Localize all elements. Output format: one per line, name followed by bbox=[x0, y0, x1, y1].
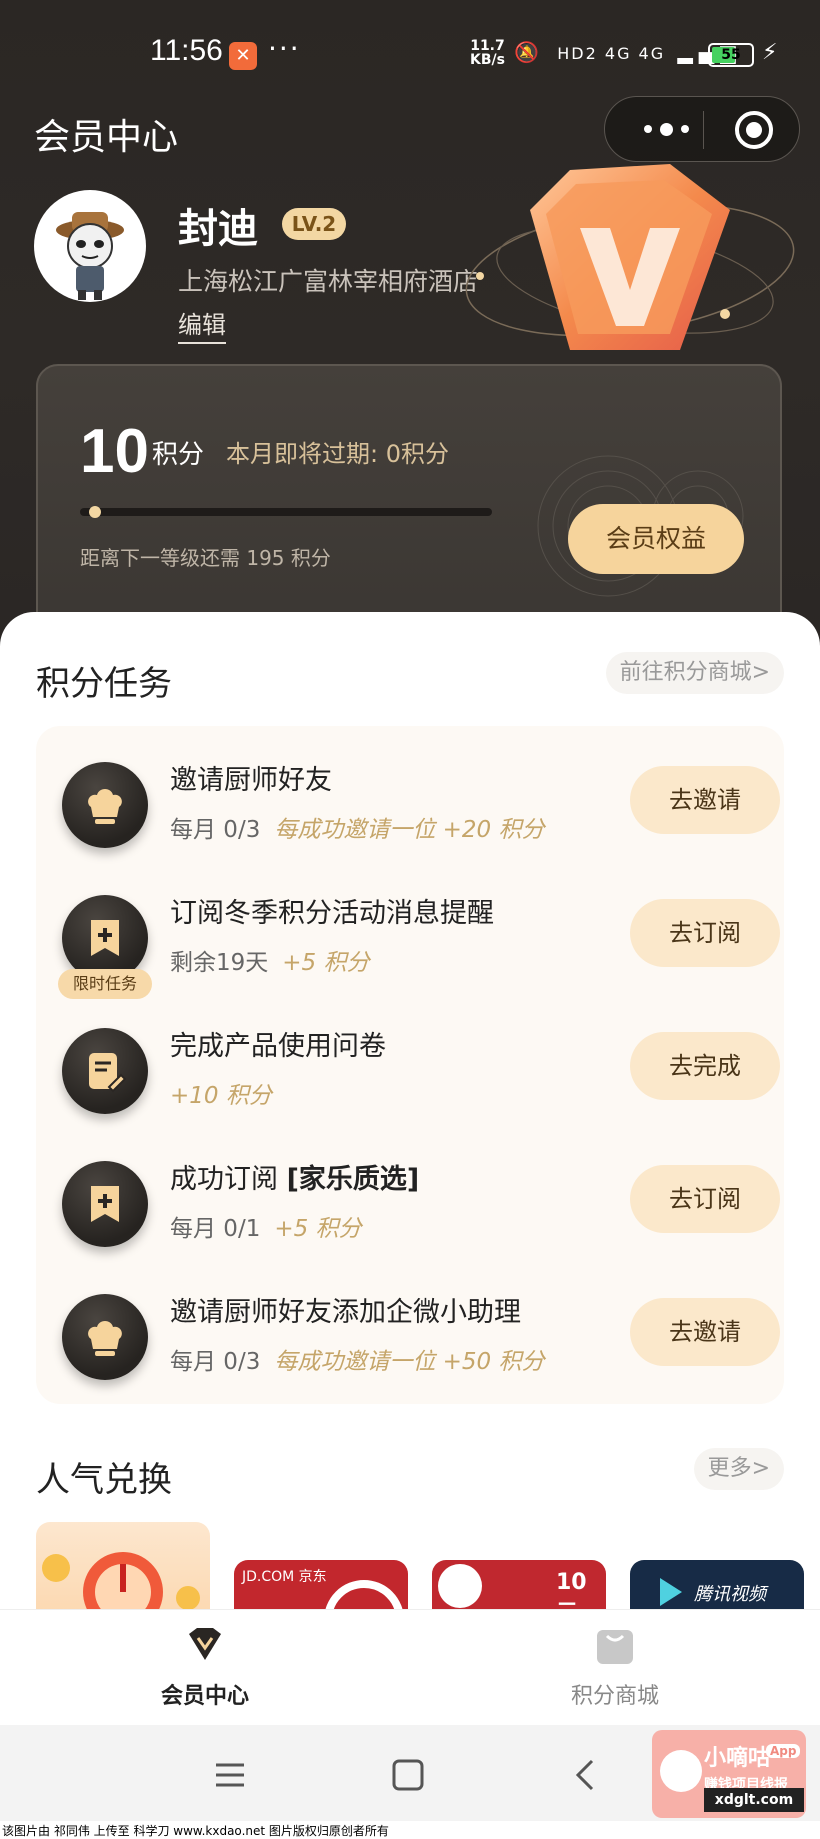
task-progress: 每月 0/1 bbox=[170, 1216, 261, 1242]
battery-icon: 55 bbox=[708, 43, 754, 67]
menu-icon[interactable] bbox=[210, 1755, 250, 1795]
tencent-card-label: 腾讯视频 bbox=[694, 1584, 766, 1605]
subscribe-button[interactable]: 去订阅 bbox=[630, 899, 780, 967]
target-icon[interactable] bbox=[735, 111, 773, 149]
back-chevron-icon[interactable] bbox=[566, 1755, 606, 1795]
mascot-icon bbox=[660, 1750, 702, 1792]
app-badge-icon: ✕ bbox=[229, 42, 257, 70]
bookmark-plus-icon bbox=[62, 1161, 148, 1247]
task-title: 邀请厨师好友添加企微小助理 bbox=[170, 1297, 521, 1328]
kfc-card-value: 10元 bbox=[556, 1570, 587, 1610]
task-progress: 每月 0/3 bbox=[170, 817, 261, 843]
footer-credit: 该图片由 祁同伟 上传至 科学刀 www.kxdao.net 图片版权归原创者所… bbox=[2, 1824, 389, 1838]
task-item: 成功订阅 [家乐质选] 每月 0/1 +5 积分 去订阅 bbox=[36, 1153, 784, 1263]
footer-credit-bar: 该图片由 祁同伟 上传至 科学刀 www.kxdao.net 图片版权归原创者所… bbox=[0, 1821, 820, 1839]
kfc-logo-icon bbox=[438, 1564, 482, 1608]
status-bar: 11:56 ✕ ··· 11.7 KB/s 🔕 HD2 4G 4G ▂▄▆ 55… bbox=[0, 30, 820, 80]
task-meta: 每月 0/3 每成功邀请一位 +20 积分 bbox=[170, 810, 545, 844]
jd-logo-icon bbox=[324, 1580, 404, 1610]
limited-task-badge: 限时任务 bbox=[58, 969, 152, 999]
task-meta: 每月 0/3 每成功邀请一位 +50 积分 bbox=[170, 1342, 545, 1376]
task-title: 成功订阅 [家乐质选] bbox=[170, 1157, 419, 1196]
charging-icon: ⚡ bbox=[762, 40, 778, 65]
task-reward: +10 积分 bbox=[170, 1083, 272, 1109]
network-label: HD2 4G 4G bbox=[557, 44, 666, 63]
user-name: 封迪 bbox=[178, 206, 258, 252]
home-square-icon[interactable] bbox=[388, 1755, 428, 1795]
points-unit: 积分 bbox=[152, 440, 205, 470]
user-hotel: 上海松江广富林宰相府酒店 bbox=[178, 267, 479, 296]
task-reward: 每成功邀请一位 +20 积分 bbox=[274, 817, 545, 843]
jd-card-label: JD.COM 京东 bbox=[242, 1569, 327, 1585]
battery-level: 55 bbox=[721, 47, 741, 63]
page-title: 会员中心 bbox=[34, 117, 179, 158]
exchange-title: 人气兑换 bbox=[36, 1460, 172, 1500]
invite-button[interactable]: 去邀请 bbox=[630, 1298, 780, 1366]
watermark-brand: 小嘀咕 bbox=[704, 1746, 771, 1771]
watermark-tag: App bbox=[766, 1744, 801, 1758]
task-item: 限时任务 订阅冬季积分活动消息提醒 剩余19天 +5 积分 去订阅 bbox=[36, 887, 784, 999]
task-list: 邀请厨师好友 每月 0/3 每成功邀请一位 +20 积分 去邀请 限时任务 订阅冬… bbox=[36, 726, 784, 1404]
next-level-text: 距离下一等级还需 195 积分 bbox=[80, 546, 331, 570]
chef-hat-icon bbox=[62, 762, 148, 848]
exchange-card[interactable] bbox=[36, 1522, 210, 1610]
edit-profile-link[interactable]: 编辑 bbox=[178, 305, 226, 344]
lucky-wheel-icon bbox=[42, 1552, 200, 1610]
tab-label: 积分商城 bbox=[570, 1684, 659, 1709]
task-title: 完成产品使用问卷 bbox=[170, 1031, 386, 1062]
points-expiring: 本月即将过期: 0积分 bbox=[226, 440, 449, 468]
subscribe-button[interactable]: 去订阅 bbox=[630, 1165, 780, 1233]
task-progress: 每月 0/3 bbox=[170, 1349, 261, 1375]
tasks-title: 积分任务 bbox=[36, 664, 172, 704]
task-meta: 每月 0/1 +5 积分 bbox=[170, 1209, 362, 1243]
member-benefits-button[interactable]: 会员权益 bbox=[568, 504, 744, 574]
panda-avatar-icon bbox=[56, 212, 124, 300]
shopping-bag-icon bbox=[597, 1630, 633, 1664]
exchange-carousel: JD.COM 京东 10元 腾讯视频 bbox=[36, 1522, 820, 1610]
task-reward: 每成功邀请一位 +50 积分 bbox=[274, 1349, 545, 1375]
points-value: 10 bbox=[80, 417, 149, 486]
member-gem-icon bbox=[465, 164, 795, 350]
task-reward: +5 积分 bbox=[282, 950, 370, 976]
task-title: 订阅冬季积分活动消息提醒 bbox=[170, 898, 494, 929]
tab-points-mall[interactable]: 积分商城 bbox=[410, 1610, 820, 1726]
level-badge: LV.2 bbox=[282, 208, 346, 240]
member-diamond-icon bbox=[189, 1628, 221, 1660]
more-dots-icon: ··· bbox=[268, 32, 301, 65]
watermark-site: xdglt.com bbox=[704, 1788, 804, 1812]
avatar[interactable] bbox=[34, 190, 146, 302]
tab-member-center[interactable]: 会员中心 bbox=[0, 1610, 410, 1726]
network-speed-unit: KB/s bbox=[470, 52, 505, 68]
exchange-card[interactable]: 腾讯视频 bbox=[630, 1560, 804, 1610]
tencent-video-icon bbox=[660, 1578, 682, 1606]
task-progress: 剩余19天 bbox=[170, 950, 269, 976]
task-item: 邀请厨师好友添加企微小助理 每月 0/3 每成功邀请一位 +50 积分 去邀请 bbox=[36, 1286, 784, 1396]
tab-label: 会员中心 bbox=[160, 1684, 249, 1709]
level-progress-bar bbox=[80, 506, 492, 518]
task-title: 邀请厨师好友 bbox=[170, 765, 332, 796]
task-title-brand: [家乐质选] bbox=[286, 1164, 420, 1195]
task-meta: 剩余19天 +5 积分 bbox=[170, 943, 370, 977]
points-mall-link[interactable]: 前往积分商城> bbox=[605, 652, 784, 694]
bottom-tab-bar: 会员中心 积分商城 bbox=[0, 1609, 820, 1725]
exchange-card[interactable]: JD.COM 京东 bbox=[234, 1560, 408, 1610]
invite-button[interactable]: 去邀请 bbox=[630, 766, 780, 834]
capsule-divider bbox=[703, 111, 704, 149]
network-speed: 11.7 KB/s bbox=[470, 39, 505, 67]
status-time: 11:56 bbox=[150, 34, 223, 67]
chef-hat-icon bbox=[62, 1294, 148, 1380]
task-meta: +10 积分 bbox=[170, 1076, 272, 1110]
level-progress-fill bbox=[88, 506, 101, 518]
exchange-card[interactable]: 10元 bbox=[432, 1560, 606, 1610]
task-item: 邀请厨师好友 每月 0/3 每成功邀请一位 +20 积分 去邀请 bbox=[36, 754, 784, 864]
survey-edit-icon bbox=[62, 1028, 148, 1114]
complete-button[interactable]: 去完成 bbox=[630, 1032, 780, 1100]
exchange-more-link[interactable]: 更多> bbox=[693, 1448, 784, 1490]
task-title-prefix: 成功订阅 bbox=[170, 1164, 287, 1195]
task-item: 完成产品使用问卷 +10 积分 去完成 bbox=[36, 1020, 784, 1130]
more-dots-icon[interactable] bbox=[631, 111, 701, 147]
task-reward: +5 积分 bbox=[274, 1216, 362, 1242]
